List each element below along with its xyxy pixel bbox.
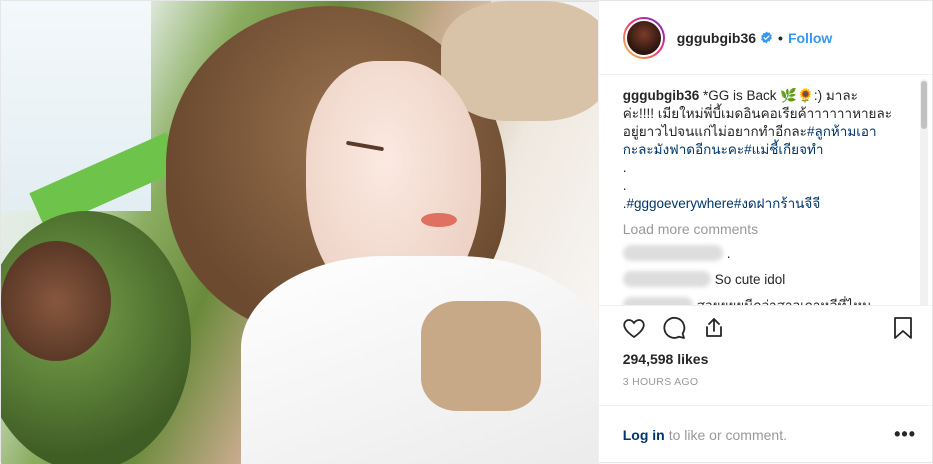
comments-area[interactable]: gggubgib36 *GG is Back 🌿🌻:) มาละ ค่ะ!!!!… xyxy=(599,75,932,305)
avatar[interactable] xyxy=(622,16,665,59)
comments-scrollbar[interactable] xyxy=(920,79,928,305)
caption-line-2: ค่ะ!!!! เมียใหม่พี่บี้เมดอินคอเรียค้าาาา… xyxy=(622,106,892,122)
header-separator: • xyxy=(778,29,783,46)
blurred-username xyxy=(622,271,711,288)
post-header: gggubgib36 • Follow xyxy=(598,1,932,76)
header-username[interactable]: gggubgib36 xyxy=(677,30,756,46)
post-photo[interactable] xyxy=(1,1,598,464)
action-bar xyxy=(598,304,932,351)
login-link[interactable]: Log in xyxy=(623,427,665,443)
hashtag-4[interactable]: #งดฝากร้านจีจี xyxy=(734,196,820,211)
comment-text: . xyxy=(726,245,731,261)
login-footer: Log in to like or comment. ••• xyxy=(598,404,932,464)
post-timestamp[interactable]: 3 HOURS AGO xyxy=(599,370,932,391)
comment-item: So cute idol xyxy=(622,269,910,289)
bookmark-icon[interactable] xyxy=(890,315,916,341)
heart-icon[interactable] xyxy=(621,315,647,341)
caption-line-1: *GG is Back 🌿🌻:) มาละ xyxy=(702,88,858,104)
login-suffix: to like or comment. xyxy=(668,426,787,443)
comment-text: สวยยยยนีกว่าสาวเกาหลีที่ไหน xyxy=(697,294,872,304)
comment-text: So cute idol xyxy=(714,271,786,287)
caption-dot-2: . xyxy=(622,178,627,194)
photo-lips xyxy=(421,213,457,227)
verified-badge-icon xyxy=(760,31,773,44)
post-sidebar: gggubgib36 • Follow gggubgib36 *GG is Ba… xyxy=(597,1,932,464)
follow-button[interactable]: Follow xyxy=(788,30,832,46)
scrollbar-thumb[interactable] xyxy=(921,81,927,130)
caption-dot-1: . xyxy=(622,160,627,176)
share-icon[interactable] xyxy=(701,315,727,341)
post-caption: gggubgib36 *GG is Back 🌿🌻:) มาละ ค่ะ!!!!… xyxy=(623,87,910,213)
hashtag-1[interactable]: #ลูกห้ามเอา xyxy=(807,124,877,139)
instagram-post: gggubgib36 • Follow gggubgib36 *GG is Ba… xyxy=(0,0,933,464)
load-more-comments-button[interactable]: Load more comments xyxy=(623,221,910,237)
avatar-image xyxy=(624,18,663,57)
hashtag-2[interactable]: #แม่ชี้เกียจทำ xyxy=(744,142,823,157)
hashtag-1-cont[interactable]: กะละมังฟาดอีกนะคะ xyxy=(623,142,744,157)
comment-item: สวยยยยนีกว่าสาวเกาหลีที่ไหน xyxy=(622,294,910,305)
photo-sleeve xyxy=(441,1,598,121)
blurred-username xyxy=(622,245,723,262)
caption-username[interactable]: gggubgib36 xyxy=(623,88,700,103)
caption-line-3: อยู่ยาวไปจนแก่ไม่อยากทำอีกละ xyxy=(622,124,807,140)
comment-icon[interactable] xyxy=(661,315,687,341)
photo-sweater xyxy=(421,301,541,411)
more-options-button[interactable]: ••• xyxy=(894,424,916,445)
blurred-username xyxy=(622,297,693,305)
comment-item: . xyxy=(622,243,910,263)
photo-coat xyxy=(241,256,598,464)
likes-count[interactable]: 294,598 likes xyxy=(599,351,932,370)
photo-red-plant xyxy=(1,241,111,361)
hashtag-3[interactable]: #gggoeverywhere xyxy=(626,196,733,211)
